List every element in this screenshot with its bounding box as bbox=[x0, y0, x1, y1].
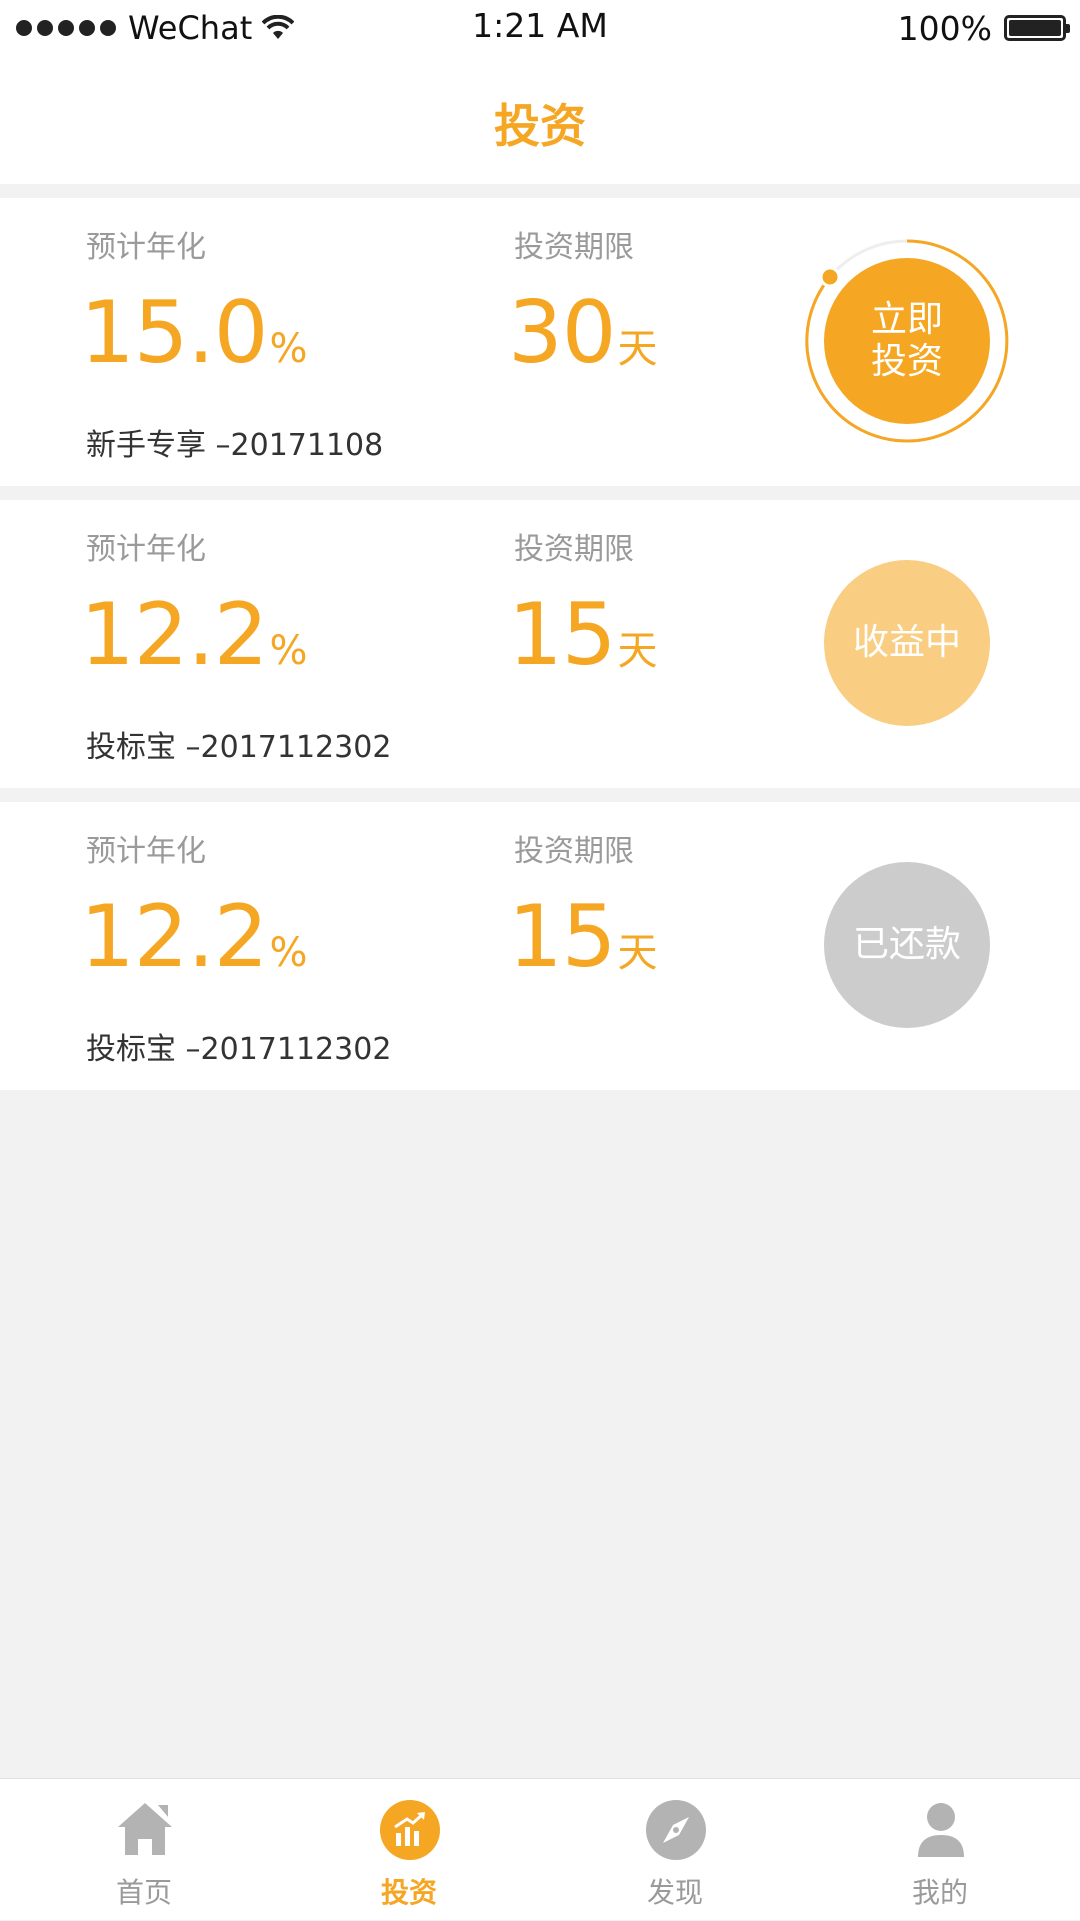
earning-status-badge: 收益中 bbox=[824, 560, 990, 726]
term-value-group: 30天 bbox=[508, 290, 657, 376]
term-label: 投资期限 bbox=[514, 532, 634, 567]
product-card[interactable]: 预计年化 投资期限 15.0% 30天 新手专享 –20171108 立即 投资 bbox=[0, 198, 1080, 486]
tab-discover[interactable]: 发现 bbox=[540, 1779, 810, 1921]
invest-button-line2: 投资 bbox=[870, 341, 943, 382]
tab-label: 投资 bbox=[380, 1876, 437, 1909]
term-label: 投资期限 bbox=[514, 834, 634, 869]
term-value: 15 bbox=[508, 585, 616, 685]
product-name: 新手专享 –20171108 bbox=[86, 428, 384, 463]
term-unit: 天 bbox=[617, 628, 657, 674]
compass-icon bbox=[646, 1800, 706, 1860]
rate-value-group: 12.2% bbox=[80, 894, 308, 980]
rate-value: 12.2 bbox=[80, 585, 268, 685]
product-card[interactable]: 预计年化 投资期限 12.2% 15天 投标宝 –2017112302 已还款 bbox=[0, 802, 1080, 1090]
rate-label: 预计年化 bbox=[86, 230, 206, 265]
tab-mine[interactable]: 我的 bbox=[805, 1779, 1075, 1921]
term-value: 30 bbox=[508, 283, 616, 383]
product-name: 投标宝 –2017112302 bbox=[86, 1032, 392, 1067]
rate-label: 预计年化 bbox=[86, 532, 206, 567]
rate-label: 预计年化 bbox=[86, 834, 206, 869]
tab-home[interactable]: 首页 bbox=[9, 1779, 279, 1921]
rate-unit: % bbox=[269, 326, 307, 372]
home-icon bbox=[118, 1803, 172, 1855]
rate-value-group: 12.2% bbox=[80, 592, 308, 678]
rate-value-group: 15.0% bbox=[80, 290, 308, 376]
nav-bar: 投资 bbox=[0, 56, 1080, 184]
term-value-group: 15天 bbox=[508, 894, 657, 980]
repaid-status-badge: 已还款 bbox=[824, 862, 990, 1028]
invest-button-line1: 立即 bbox=[870, 299, 943, 340]
rate-unit: % bbox=[269, 930, 307, 976]
tab-label: 我的 bbox=[911, 1876, 968, 1909]
battery-percentage: 100% bbox=[897, 8, 992, 48]
rate-value: 15.0 bbox=[80, 283, 268, 383]
term-unit: 天 bbox=[617, 326, 657, 372]
term-label: 投资期限 bbox=[514, 230, 634, 265]
rate-unit: % bbox=[269, 628, 307, 674]
battery-icon bbox=[1004, 15, 1070, 41]
user-icon bbox=[918, 1803, 964, 1857]
term-value-group: 15天 bbox=[508, 592, 657, 678]
tab-label: 首页 bbox=[115, 1876, 172, 1909]
chart-icon bbox=[380, 1800, 440, 1860]
product-card[interactable]: 预计年化 投资期限 12.2% 15天 投标宝 –2017112302 收益中 bbox=[0, 500, 1080, 788]
tab-bar: 首页 投资 发现 我的 bbox=[0, 1778, 1080, 1920]
page-title: 投资 bbox=[494, 99, 586, 153]
term-value: 15 bbox=[508, 887, 616, 987]
status-bar: WeChat 1:21 AM 100% bbox=[0, 0, 1080, 56]
product-name: 投标宝 –2017112302 bbox=[86, 730, 392, 765]
tab-label: 发现 bbox=[646, 1876, 703, 1909]
tab-invest[interactable]: 投资 bbox=[274, 1779, 544, 1921]
rate-value: 12.2 bbox=[80, 887, 268, 987]
invest-now-button[interactable]: 立即 投资 bbox=[824, 258, 990, 424]
term-unit: 天 bbox=[617, 930, 657, 976]
status-right: 100% bbox=[897, 8, 1070, 48]
